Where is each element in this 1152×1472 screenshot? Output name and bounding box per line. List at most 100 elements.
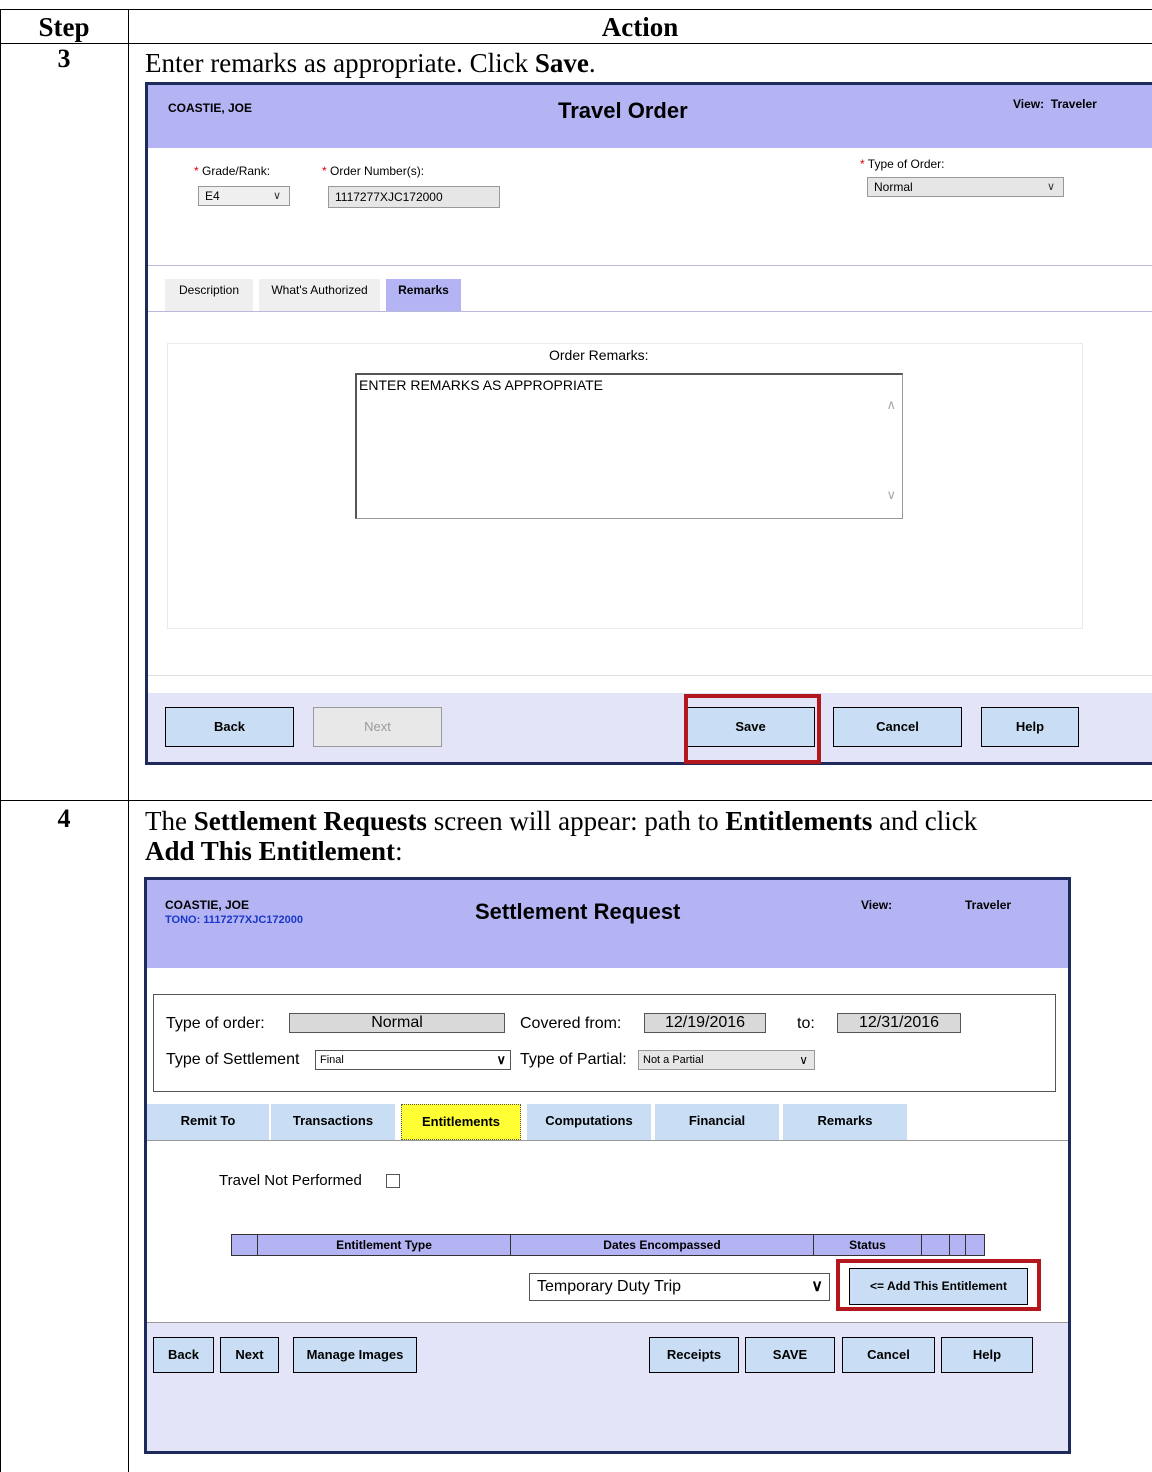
tab-description[interactable]: Description: [165, 279, 253, 311]
help-button[interactable]: Help: [981, 707, 1079, 747]
step-number-3: 3: [57, 44, 71, 73]
type-of-order-label-text: Type of Order:: [867, 157, 945, 171]
tab-financial[interactable]: Financial: [655, 1104, 779, 1140]
view-indicator: View: Traveler: [1013, 97, 1097, 111]
tab-underline: [148, 311, 1152, 312]
checkbox-icon[interactable]: [386, 1174, 400, 1188]
add-entitlement-highlight-box: [836, 1259, 1041, 1311]
remarks-label: Order Remarks:: [549, 347, 649, 363]
order-number-label-text: Order Number(s):: [330, 164, 425, 178]
next-button[interactable]: Next: [313, 707, 442, 747]
col-entitlement-type: Entitlement Type: [336, 1238, 432, 1252]
manage-images-button[interactable]: Manage Images: [293, 1337, 417, 1373]
required-mark: *: [322, 164, 327, 178]
step4-text-b: Settlement Requests: [193, 806, 427, 836]
step4-text-a: The: [145, 806, 194, 836]
grade-rank-label-text: Grade/Rank:: [202, 164, 271, 178]
save-button[interactable]: SAVE: [745, 1337, 835, 1373]
col-dates-encompassed: Dates Encompassed: [603, 1238, 721, 1252]
view-label: View:: [861, 898, 893, 912]
back-button[interactable]: Back: [153, 1337, 214, 1373]
to-label: to:: [797, 1015, 815, 1032]
view-value: Traveler: [965, 898, 1012, 912]
help-button[interactable]: Help: [941, 1337, 1033, 1373]
tab-whats-authorized[interactable]: What's Authorized: [259, 279, 380, 311]
view-label: View:: [1013, 97, 1045, 111]
scroll-down-icon: ∨: [886, 487, 896, 502]
type-partial-select[interactable]: Not a Partial ∨: [638, 1050, 815, 1070]
step4-instruction-line1: The Settlement Requests screen will appe…: [145, 806, 977, 836]
receipts-button[interactable]: Receipts: [649, 1337, 739, 1373]
step-number-4: 4: [57, 804, 71, 833]
entitlement-table-header: Entitlement Type Dates Encompassed Statu…: [231, 1234, 985, 1256]
chevron-down-icon: ∨: [799, 1053, 808, 1067]
order-info-box: Type of order: Normal Covered from: 12/1…: [153, 994, 1056, 1092]
type-settlement-select[interactable]: Final ∨: [315, 1050, 511, 1070]
remarks-text: ENTER REMARKS AS APPROPRIATE: [359, 377, 604, 393]
back-button[interactable]: Back: [165, 707, 294, 747]
tab-computations[interactable]: Computations: [527, 1104, 651, 1140]
chevron-down-icon: ∨: [811, 1278, 823, 1295]
type-of-order-value: Normal: [874, 180, 913, 194]
covered-from-label: Covered from:: [520, 1015, 622, 1032]
tab-remarks[interactable]: Remarks: [386, 279, 461, 311]
step4-instruction-line2: Add This Entitlement:: [145, 836, 403, 866]
col-divider: [921, 1235, 922, 1255]
table-border-left: [0, 9, 1, 1472]
step3-instruction-save: Save: [534, 48, 589, 78]
cancel-button[interactable]: Cancel: [842, 1337, 935, 1373]
travel-not-performed-label: Travel Not Performed: [219, 1172, 362, 1189]
next-button[interactable]: Next: [220, 1337, 279, 1373]
grade-rank-value: E4: [205, 189, 220, 203]
chevron-down-icon: ∨: [272, 190, 281, 202]
type-settlement-label: Type of Settlement: [166, 1051, 300, 1068]
chevron-down-icon: ∨: [496, 1052, 506, 1067]
grade-rank-select[interactable]: E4 ∨: [198, 186, 290, 206]
travel-order-header: COASTIE, JOE Travel Order View: Traveler: [148, 85, 1152, 148]
tab-transactions[interactable]: Transactions: [271, 1104, 395, 1140]
order-number-label: * Order Number(s):: [322, 164, 424, 178]
col-status: Status: [849, 1238, 886, 1252]
table-header-rule: [0, 43, 1152, 44]
step4-text-e: and click: [872, 806, 978, 836]
remarks-textarea[interactable]: ENTER REMARKS AS APPROPRIATE ∧ ∨: [355, 373, 903, 519]
user-name: COASTIE, JOE: [168, 101, 253, 115]
step3-instruction: Enter remarks as appropriate. Click Save…: [145, 48, 596, 78]
col-divider: [949, 1235, 950, 1255]
step3-instruction-text: Enter remarks as appropriate. Click: [145, 48, 535, 78]
scroll-up-icon: ∧: [886, 397, 896, 412]
settlement-footer: Back Next Manage Images Receipts SAVE Ca…: [147, 1322, 1068, 1451]
type-of-order-label: Type of order:: [166, 1015, 265, 1032]
type-of-order-label: * Type of Order:: [860, 157, 945, 171]
save-highlight-box: [684, 694, 821, 764]
settlement-request-screen: COASTIE, JOE TONO: 1117277XJC172000 Sett…: [144, 877, 1071, 1454]
travel-order-screen: COASTIE, JOE Travel Order View: Traveler…: [145, 82, 1152, 765]
covered-from-field: 12/19/2016: [644, 1013, 766, 1033]
table-col-divider: [128, 9, 129, 1472]
tab-entitlements[interactable]: Entitlements: [401, 1104, 521, 1140]
entitlement-type-value: Temporary Duty Trip: [537, 1278, 682, 1295]
order-number-value: 1117277XJC172000: [335, 190, 443, 204]
order-number-field[interactable]: 1117277XJC172000: [328, 186, 500, 208]
tab-underline: [147, 1140, 1068, 1141]
view-value: Traveler: [1050, 97, 1097, 111]
content-bottom-rule: [148, 675, 1152, 676]
cancel-button[interactable]: Cancel: [833, 707, 962, 747]
type-of-order-select[interactable]: Normal ∨: [867, 177, 1064, 197]
type-partial-label: Type of Partial:: [520, 1051, 627, 1068]
user-name: COASTIE, JOE: [165, 898, 250, 912]
required-mark: *: [194, 164, 199, 178]
type-of-order-field: Normal: [289, 1013, 505, 1033]
page-title: Settlement Request: [475, 899, 681, 924]
tab-remarks[interactable]: Remarks: [783, 1104, 907, 1140]
header-action: Action: [601, 12, 679, 42]
step3-instruction-end: .: [588, 48, 596, 78]
grade-rank-label: * Grade/Rank:: [194, 164, 270, 178]
entitlement-type-select[interactable]: Temporary Duty Trip ∨: [529, 1273, 830, 1301]
settlement-header: COASTIE, JOE TONO: 1117277XJC172000 Sett…: [147, 880, 1068, 968]
step4-text-d: Entitlements: [725, 806, 873, 836]
to-field: 12/31/2016: [837, 1013, 961, 1033]
tab-remit-to[interactable]: Remit To: [147, 1104, 269, 1140]
chevron-down-icon: ∨: [1046, 181, 1055, 193]
type-partial-value: Not a Partial: [643, 1054, 704, 1066]
